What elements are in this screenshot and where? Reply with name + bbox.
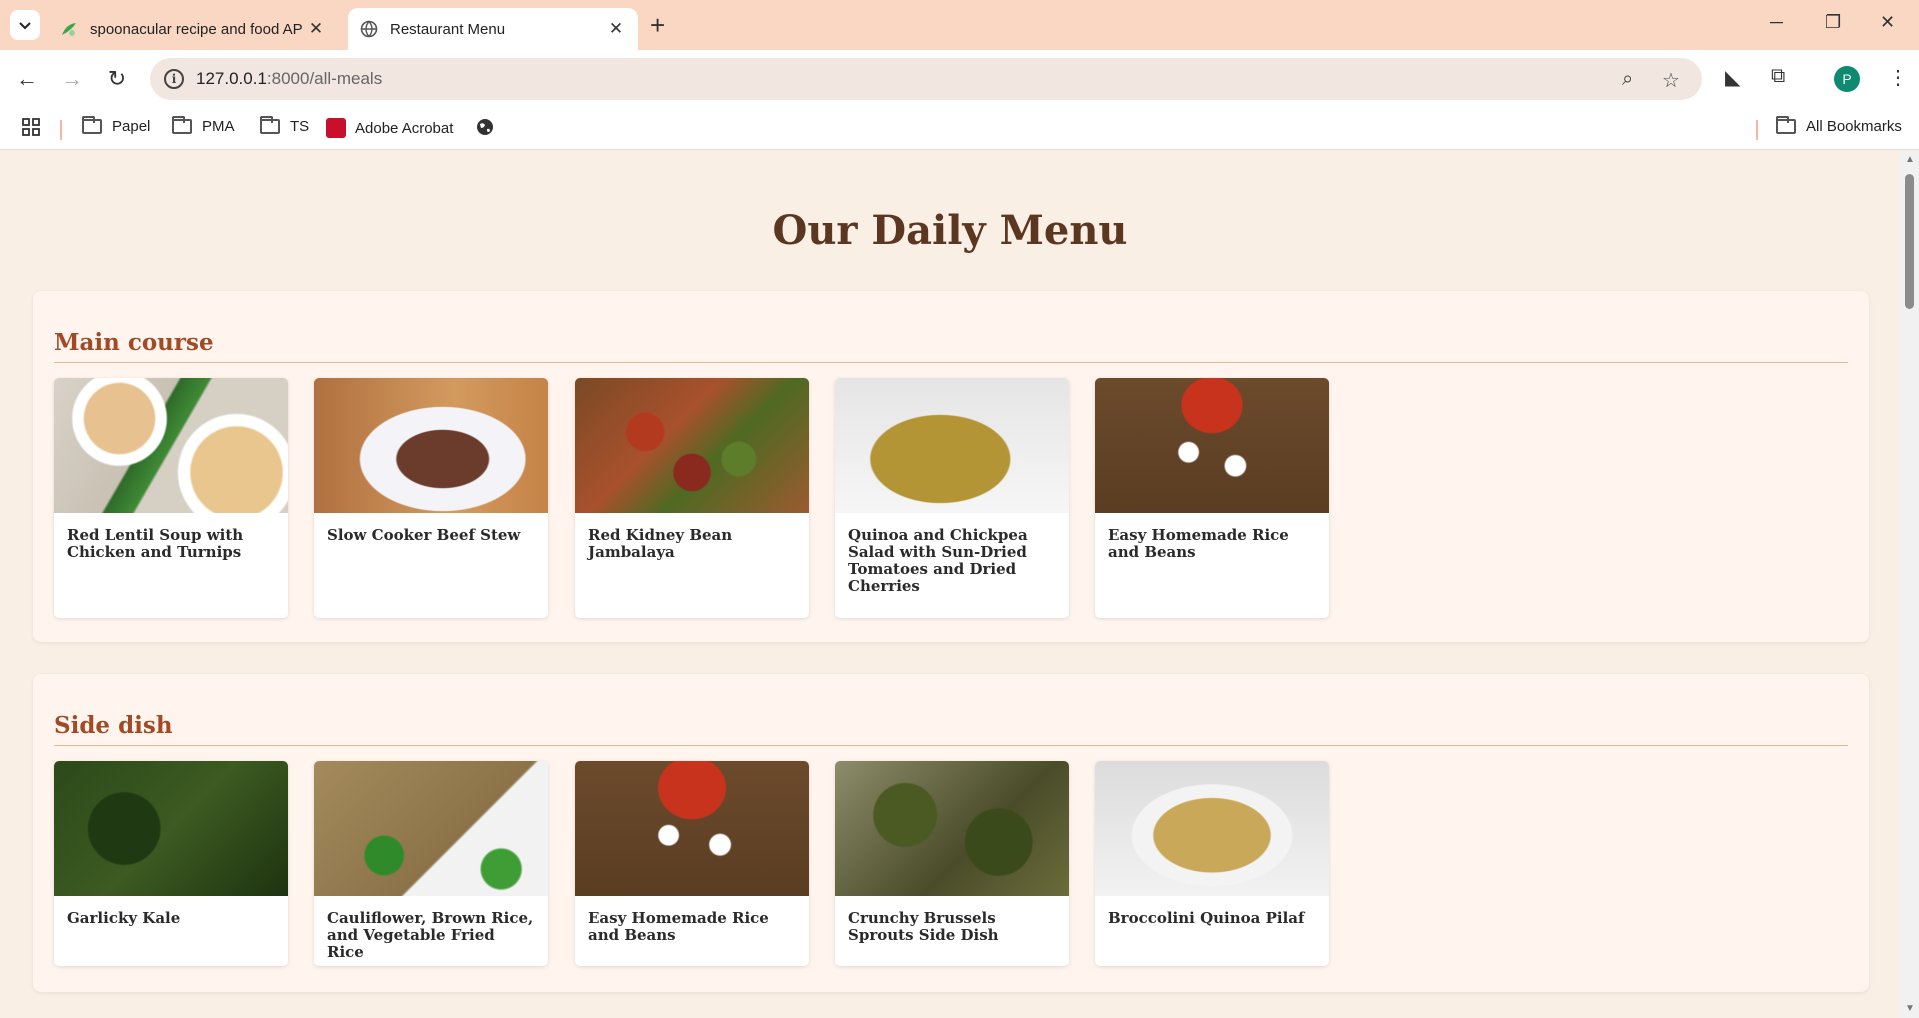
meal-name: Cauliflower, Brown Rice, and Vegetable F… [327, 909, 534, 961]
menu-kebab-icon[interactable]: ⋮ [1888, 65, 1908, 90]
meal-name: Crunchy Brussels Sprouts Side Dish [848, 909, 999, 944]
url-text: 127.0.0.1:8000/all-meals [196, 69, 382, 89]
close-tab-icon[interactable]: ✕ [306, 19, 326, 39]
section-divider [54, 362, 1848, 363]
bookmarks-separator [60, 120, 62, 140]
profile-avatar[interactable]: P [1834, 66, 1860, 92]
spoonacular-favicon-icon [62, 23, 76, 36]
all-bookmarks-button[interactable]: All Bookmarks [1776, 116, 1902, 135]
meal-name: Slow Cooker Beef Stew [327, 526, 521, 544]
reload-button[interactable]: ↻ [102, 64, 132, 94]
meal-card[interactable]: Red Lentil Soup with Chicken and Turnips [54, 378, 288, 618]
bookmarks-bar: Papel PMA TS Adobe Acrobat All Bookmarks [0, 108, 1919, 150]
meal-name: Red Kidney Bean Jambalaya [588, 526, 733, 561]
meal-card[interactable]: Slow Cooker Beef Stew [314, 378, 548, 618]
scroll-up-icon[interactable]: ▲ [1905, 154, 1915, 165]
meal-image [575, 378, 809, 513]
meal-image [54, 378, 288, 513]
globe-icon [360, 20, 378, 38]
zoom-icon[interactable]: ⌕ [1622, 68, 1633, 91]
extension-b-icon[interactable]: ◣ [1725, 65, 1740, 90]
close-window-icon[interactable]: ✕ [1880, 12, 1895, 33]
meal-name: Easy Homemade Rice and Beans [588, 909, 769, 944]
folder-icon [1776, 116, 1796, 134]
meal-image [835, 761, 1069, 896]
meal-image [314, 761, 548, 896]
tab-spoonacular[interactable]: spoonacular recipe and food AP ✕ [48, 8, 338, 50]
bookmark-label: Adobe Acrobat [355, 119, 454, 137]
bookmark-folder-pma[interactable]: PMA [172, 116, 235, 135]
meal-image [575, 761, 809, 896]
meal-image [314, 378, 548, 513]
meal-card[interactable]: Easy Homemade Rice and Beans [575, 761, 809, 966]
meal-image [54, 761, 288, 896]
close-tab-icon[interactable]: ✕ [606, 19, 626, 39]
address-bar[interactable]: i 127.0.0.1:8000/all-meals ⌕ ☆ [150, 58, 1702, 100]
section-title: Main course [54, 329, 214, 356]
new-tab-button[interactable]: + [650, 12, 665, 38]
bookmark-folder-papel[interactable]: Papel [82, 116, 151, 135]
menu-section-main-course: Main course Red Lentil Soup with Chicken… [33, 291, 1869, 642]
menu-section-side-dish: Side dish Garlicky Kale Cauliflower, Bro… [33, 674, 1869, 992]
apps-grid-icon[interactable] [22, 118, 40, 136]
page-content: Our Daily Menu Main course Red Lentil So… [0, 151, 1900, 1018]
meal-card[interactable]: Crunchy Brussels Sprouts Side Dish [835, 761, 1069, 966]
section-title: Side dish [54, 712, 173, 739]
minimize-icon[interactable]: ─ [1770, 12, 1783, 33]
url-host: 127.0.0.1 [196, 69, 267, 88]
meal-image [835, 378, 1069, 513]
bookmark-label: All Bookmarks [1806, 118, 1902, 135]
url-path: :8000/all-meals [266, 69, 383, 88]
meal-name: Red Lentil Soup with Chicken and Turnips [67, 526, 244, 561]
page-title: Our Daily Menu [772, 207, 1128, 254]
page-scrollbar[interactable]: ▲ ▼ [1900, 151, 1919, 1018]
browser-toolbar: ← → ↻ i 127.0.0.1:8000/all-meals ⌕ ☆ ◣ ⧉… [0, 50, 1919, 108]
meal-card[interactable]: Garlicky Kale [54, 761, 288, 966]
tab-title: Restaurant Menu [390, 20, 506, 38]
scroll-thumb[interactable] [1905, 174, 1914, 309]
extensions-puzzle-icon[interactable]: ⧉ [1771, 65, 1785, 88]
meal-image [1095, 761, 1329, 896]
meal-card[interactable]: Broccolini Quinoa Pilaf [1095, 761, 1329, 966]
bookmark-label: Papel [112, 118, 151, 135]
globe-icon [477, 119, 493, 135]
meal-name: Broccolini Quinoa Pilaf [1108, 909, 1305, 927]
bookmark-label: TS [290, 118, 310, 135]
scroll-down-icon[interactable]: ▼ [1905, 1003, 1915, 1014]
folder-icon [172, 116, 192, 134]
adobe-acrobat-icon [326, 118, 346, 138]
meal-name: Garlicky Kale [67, 909, 181, 927]
restore-icon[interactable]: ❐ [1825, 12, 1841, 33]
back-button[interactable]: ← [12, 64, 42, 94]
bookmark-folder-ts[interactable]: TS [260, 116, 310, 135]
meal-card[interactable]: Red Kidney Bean Jambalaya [575, 378, 809, 618]
site-info-icon[interactable]: i [164, 69, 184, 89]
tab-title: spoonacular recipe and food AP [90, 20, 303, 38]
meal-card[interactable]: Cauliflower, Brown Rice, and Vegetable F… [314, 761, 548, 966]
meal-image [1095, 378, 1329, 513]
meal-card[interactable]: Quinoa and Chickpea Salad with Sun-Dried… [835, 378, 1069, 618]
chevron-down-icon [19, 22, 31, 30]
forward-button[interactable]: → [57, 64, 87, 94]
bookmark-adobe-acrobat[interactable]: Adobe Acrobat [326, 118, 453, 138]
meal-name: Quinoa and Chickpea Salad with Sun-Dried… [848, 526, 1028, 595]
bookmarks-separator [1756, 120, 1758, 140]
folder-icon [260, 116, 280, 134]
meal-card[interactable]: Easy Homemade Rice and Beans [1095, 378, 1329, 618]
bookmark-globe[interactable] [476, 118, 494, 136]
bookmark-star-icon[interactable]: ☆ [1662, 68, 1680, 93]
bookmark-label: PMA [202, 118, 235, 135]
tab-search-button[interactable] [10, 10, 40, 40]
section-divider [54, 745, 1848, 746]
tab-strip: spoonacular recipe and food AP ✕ Restaur… [0, 0, 1919, 50]
meal-name: Easy Homemade Rice and Beans [1108, 526, 1289, 561]
tab-restaurant-menu[interactable]: Restaurant Menu ✕ [348, 8, 638, 50]
folder-icon [82, 116, 102, 134]
